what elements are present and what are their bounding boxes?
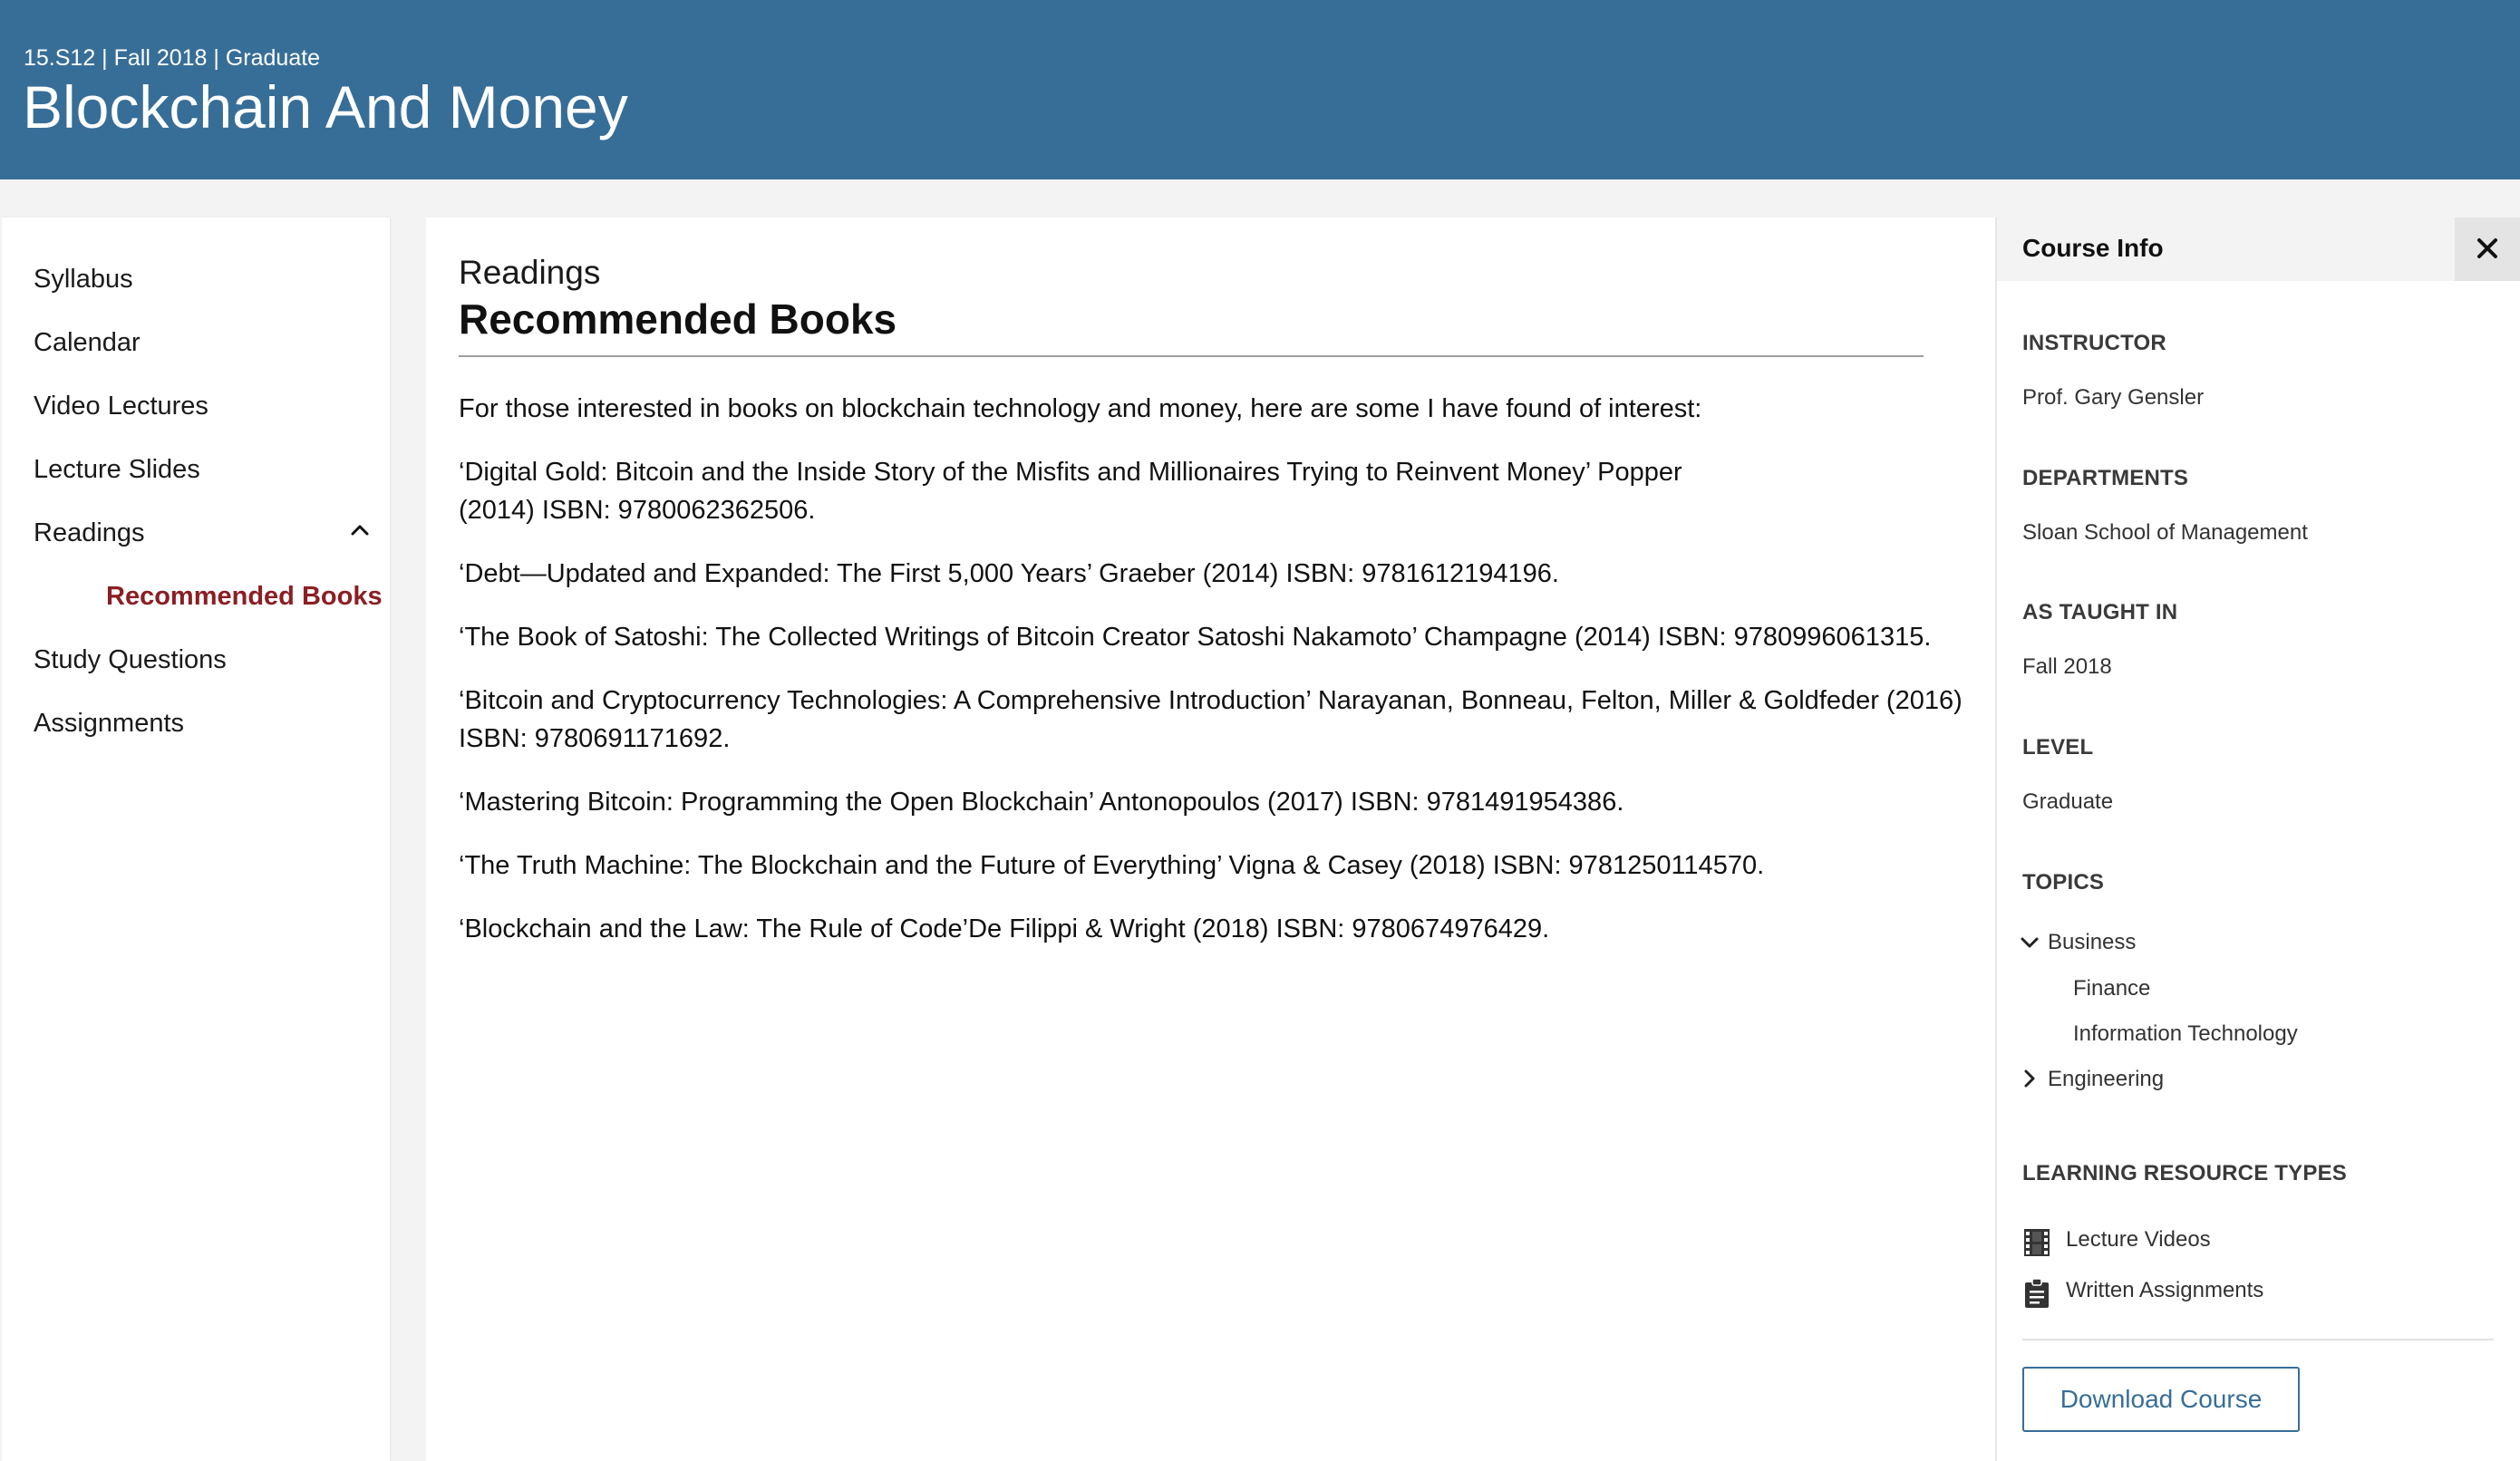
title-divider bbox=[459, 355, 1924, 357]
level-label: LEVEL bbox=[2022, 735, 2094, 760]
course-header: 15.S12 | Fall 2018 | Graduate Blockchain… bbox=[0, 0, 2520, 179]
intro-paragraph: For those interested in books on blockch… bbox=[459, 394, 1702, 423]
topic-finance[interactable]: Finance bbox=[2073, 975, 2150, 1002]
film-icon bbox=[2024, 1229, 2050, 1256]
instructor-label: INSTRUCTOR bbox=[2022, 331, 2166, 355]
download-course-button[interactable]: Download Course bbox=[2022, 1367, 2300, 1432]
book-item: ‘Blockchain and the Law: The Rule of Cod… bbox=[459, 914, 1550, 943]
topic-engineering[interactable]: Engineering bbox=[2048, 1066, 2164, 1093]
nav-item-video-lectures[interactable]: Video Lectures bbox=[34, 390, 208, 422]
chevron-down-icon[interactable] bbox=[2019, 932, 2040, 953]
learning-resource-types-label: LEARNING RESOURCE TYPES bbox=[2022, 1161, 2347, 1185]
chevron-up-icon[interactable] bbox=[346, 517, 373, 544]
topics-label: TOPICS bbox=[2022, 870, 2105, 895]
nav-item-syllabus[interactable]: Syllabus bbox=[34, 263, 133, 295]
resource-written-assignments[interactable]: Written Assignments bbox=[2066, 1277, 2263, 1304]
course-info-panel: Course Info INSTRUCTOR Prof. Gary Gensle… bbox=[1995, 218, 2520, 1461]
page: 15.S12 | Fall 2018 | Graduate Blockchain… bbox=[0, 0, 2520, 1461]
book-item: ‘Debt—Updated and Expanded: The First 5,… bbox=[459, 559, 1559, 588]
course-nav: Syllabus Calendar Video Lectures Lecture… bbox=[2, 218, 390, 1461]
book-item: ‘Bitcoin and Cryptocurrency Technologies… bbox=[459, 686, 1963, 753]
book-item: ‘The Truth Machine: The Blockchain and t… bbox=[459, 851, 1765, 880]
level-value: Graduate bbox=[2022, 789, 2114, 814]
nav-item-calendar[interactable]: Calendar bbox=[34, 326, 141, 359]
nav-item-readings[interactable]: Readings bbox=[34, 517, 145, 549]
main-content: Readings Recommended Books For those int… bbox=[426, 218, 1995, 1461]
nav-subitem-recommended-books[interactable]: Recommended Books bbox=[106, 580, 383, 613]
nav-item-study-questions[interactable]: Study Questions bbox=[34, 643, 227, 676]
department-link[interactable]: Sloan School of Management bbox=[2022, 519, 2308, 547]
panel-divider bbox=[2022, 1339, 2494, 1340]
course-title[interactable]: Blockchain And Money bbox=[23, 69, 628, 145]
as-taught-in-label: AS TAUGHT IN bbox=[2022, 600, 2178, 624]
breadcrumb: Readings bbox=[459, 254, 601, 291]
nav-item-assignments[interactable]: Assignments bbox=[34, 707, 184, 740]
course-info-title: Course Info bbox=[2022, 234, 2164, 262]
as-taught-in-value: Fall 2018 bbox=[2022, 654, 2112, 679]
close-icon bbox=[2477, 238, 2497, 258]
close-button[interactable] bbox=[2455, 218, 2520, 281]
book-item: ‘Digital Gold: Bitcoin and the Inside St… bbox=[459, 458, 1682, 525]
book-item: ‘The Book of Satoshi: The Collected Writ… bbox=[459, 623, 1932, 652]
nav-item-lecture-slides[interactable]: Lecture Slides bbox=[34, 453, 200, 486]
page-title: Recommended Books bbox=[459, 295, 897, 343]
clipboard-icon bbox=[2025, 1278, 2049, 1308]
chevron-right-icon[interactable] bbox=[2019, 1068, 2040, 1089]
topic-business[interactable]: Business bbox=[2048, 929, 2136, 956]
instructor-link[interactable]: Prof. Gary Gensler bbox=[2022, 384, 2204, 411]
departments-label: DEPARTMENTS bbox=[2022, 466, 2189, 490]
course-info-header: Course Info bbox=[1997, 218, 2520, 281]
topic-information-technology[interactable]: Information Technology bbox=[2073, 1021, 2298, 1048]
book-item: ‘Mastering Bitcoin: Programming the Open… bbox=[459, 788, 1624, 817]
resource-lecture-videos[interactable]: Lecture Videos bbox=[2066, 1226, 2211, 1253]
